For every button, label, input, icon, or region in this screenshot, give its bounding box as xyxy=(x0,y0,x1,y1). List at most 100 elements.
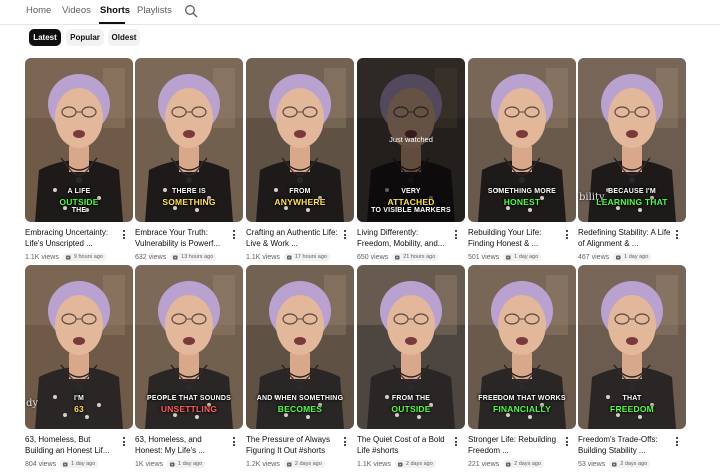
more-options-icon[interactable] xyxy=(674,229,680,241)
short-card[interactable]: Just watched VERY ATTACHED TO VISIBLE MARKE… xyxy=(357,58,465,265)
more-options-icon[interactable] xyxy=(674,436,680,448)
short-thumbnail[interactable]: AND WHEN SOMETHING BECOMES xyxy=(246,265,354,429)
short-meta: 632 views 13 hours ago xyxy=(135,253,217,261)
caption-highlight: UNSETTLING xyxy=(160,403,218,414)
thumbnail-caption: PEOPLE THAT SOUNDS UNSETTLING xyxy=(135,395,243,414)
short-thumbnail[interactable]: THERE IS SOMETHING xyxy=(135,58,243,222)
short-card[interactable]: THERE IS SOMETHING Embrace Your Truth: Vul… xyxy=(135,58,243,265)
more-options-icon[interactable] xyxy=(453,229,459,241)
short-meta: 467 views 1 day ago xyxy=(578,253,652,261)
short-title[interactable]: Embrace Your Truth: Vulnerability is Pow… xyxy=(135,227,230,249)
thumbnail-caption: AND WHEN SOMETHING BECOMES xyxy=(246,395,354,414)
short-meta: 650 views 21 hours ago xyxy=(357,253,439,261)
short-thumbnail[interactable]: dy I'M 63 xyxy=(25,265,133,429)
view-count: 1K views xyxy=(135,460,164,468)
view-count: 1.1K views xyxy=(357,460,391,468)
upload-age-badge: 2 days ago xyxy=(609,460,651,468)
short-thumbnail[interactable]: bility BECAUSE I'M LEARNING THAT xyxy=(578,58,686,222)
short-title[interactable]: Living Differently: Freedom, Mobility, a… xyxy=(357,227,452,249)
view-count: 53 views xyxy=(578,460,606,468)
upload-age-badge: 1 day ago xyxy=(613,253,652,261)
upload-age: 1 day ago xyxy=(624,254,649,260)
thumbnail-caption: THERE IS SOMETHING xyxy=(135,188,243,207)
shorts-icon xyxy=(286,462,292,466)
thumbnail-caption: SOMETHING MORE HONEST xyxy=(468,188,576,207)
more-options-icon[interactable] xyxy=(564,229,570,241)
short-thumbnail[interactable]: Just watched VERY ATTACHED TO VISIBLE MARKE… xyxy=(357,58,465,222)
chip-oldest[interactable]: Oldest xyxy=(108,29,140,46)
tab-videos[interactable]: Videos xyxy=(62,5,91,16)
short-title[interactable]: Stronger Life: Rebuilding Freedom ... xyxy=(468,434,563,456)
caption-highlight: OUTSIDE xyxy=(391,403,431,414)
view-count: 501 views xyxy=(468,253,500,261)
short-card[interactable]: bility BECAUSE I'M LEARNING THAT Redefining… xyxy=(578,58,686,265)
short-title[interactable]: Freedom's Trade-Offs: Building Stability… xyxy=(578,434,673,456)
caption-text: THERE IS xyxy=(172,188,206,195)
more-options-icon[interactable] xyxy=(453,436,459,448)
caption-highlight: ANYWHERE xyxy=(274,196,326,207)
short-thumbnail[interactable]: FROM ANYWHERE xyxy=(246,58,354,222)
short-thumbnail[interactable]: THAT FREEDOM xyxy=(578,265,686,429)
short-title[interactable]: 63, Homeless, and Honest: My Life's ... xyxy=(135,434,230,456)
short-thumbnail[interactable]: PEOPLE THAT SOUNDS UNSETTLING xyxy=(135,265,243,429)
view-count: 221 views xyxy=(468,460,500,468)
tab-playlists[interactable]: Playlists xyxy=(137,5,172,16)
short-card[interactable]: FROM ANYWHERE Crafting an Authentic Life: … xyxy=(246,58,354,265)
more-options-icon[interactable] xyxy=(121,229,127,241)
caption-highlight: SOMETHING xyxy=(162,196,216,207)
short-title[interactable]: Redefining Stability: A Life of Alignmen… xyxy=(578,227,673,249)
tab-home[interactable]: Home xyxy=(26,5,51,16)
short-meta: 1.1K views 9 hours ago xyxy=(25,253,106,261)
caption-highlight: FREEDOM xyxy=(610,403,654,414)
short-title[interactable]: Rebuilding Your Life: Finding Honest & .… xyxy=(468,227,563,249)
shorts-icon xyxy=(65,255,71,259)
short-card[interactable]: dy I'M 63 63, Homeless, But Building an Hon… xyxy=(25,265,133,472)
caption-highlight: FINANCIALLY xyxy=(492,403,552,414)
thumbnail-caption: BECAUSE I'M LEARNING THAT xyxy=(578,188,686,207)
more-options-icon[interactable] xyxy=(121,436,127,448)
shorts-icon xyxy=(397,462,403,466)
caption-highlight: 63 xyxy=(74,403,84,414)
caption-highlight: HONEST xyxy=(503,196,541,207)
short-title[interactable]: 63, Homeless, But Building an Honest Lif… xyxy=(25,434,120,456)
upload-age-badge: 21 hours ago xyxy=(392,253,439,261)
short-title[interactable]: The Quiet Cost of a Bold Life #shorts xyxy=(357,434,452,456)
upload-age: 9 hours ago xyxy=(73,254,103,260)
short-thumbnail[interactable]: A LIFE OUTSIDE THE xyxy=(25,58,133,222)
chip-latest[interactable]: Latest xyxy=(29,29,61,46)
upload-age: 21 hours ago xyxy=(403,254,436,260)
short-title[interactable]: Crafting an Authentic Life: Live & Work … xyxy=(246,227,341,249)
more-options-icon[interactable] xyxy=(342,436,348,448)
short-card[interactable]: PEOPLE THAT SOUNDS UNSETTLING 63, Homeless… xyxy=(135,265,243,472)
short-card[interactable]: FROM THE OUTSIDE The Quiet Cost of a Bold … xyxy=(357,265,465,472)
short-meta: 53 views 2 days ago xyxy=(578,460,651,468)
more-options-icon[interactable] xyxy=(231,229,237,241)
thumbnail-caption: THAT FREEDOM xyxy=(578,395,686,414)
short-card[interactable]: SOMETHING MORE HONEST Rebuilding Your Life… xyxy=(468,58,576,265)
short-thumbnail[interactable]: FROM THE OUTSIDE xyxy=(357,265,465,429)
short-card[interactable]: THAT FREEDOM Freedom's Trade-Offs: Buildin… xyxy=(578,265,686,472)
upload-age: 2 days ago xyxy=(405,461,433,467)
more-options-icon[interactable] xyxy=(342,229,348,241)
short-card[interactable]: FREEDOM THAT WORKS FINANCIALLY Stronger Li… xyxy=(468,265,576,472)
more-options-icon[interactable] xyxy=(564,436,570,448)
caption-text: A LIFE xyxy=(67,188,91,195)
chip-popular[interactable]: Popular xyxy=(66,29,104,46)
short-card[interactable]: A LIFE OUTSIDE THE Embracing Uncertainty: L… xyxy=(25,58,133,265)
short-thumbnail[interactable]: FREEDOM THAT WORKS FINANCIALLY xyxy=(468,265,576,429)
tab-shorts[interactable]: Shorts xyxy=(100,5,130,16)
caption-highlight: ATTACHED xyxy=(387,196,435,207)
thumbnail-caption: FREEDOM THAT WORKS FINANCIALLY xyxy=(468,395,576,414)
short-thumbnail[interactable]: SOMETHING MORE HONEST xyxy=(468,58,576,222)
search-icon[interactable] xyxy=(184,4,198,18)
upload-age-badge: 1 day ago xyxy=(60,460,99,468)
upload-age-badge: 17 hours ago xyxy=(283,253,330,261)
short-title[interactable]: Embracing Uncertainty: Life's Unscripted… xyxy=(25,227,120,249)
upload-age: 13 hours ago xyxy=(181,254,214,260)
short-title[interactable]: The Pressure of Always Figuring It Out #… xyxy=(246,434,341,456)
caption-text-bottom: TO VISIBLE MARKERS xyxy=(371,206,451,214)
more-options-icon[interactable] xyxy=(231,436,237,448)
view-count: 804 views xyxy=(25,460,57,468)
short-card[interactable]: AND WHEN SOMETHING BECOMES The Pressure of… xyxy=(246,265,354,472)
upload-age: 2 days ago xyxy=(514,461,542,467)
